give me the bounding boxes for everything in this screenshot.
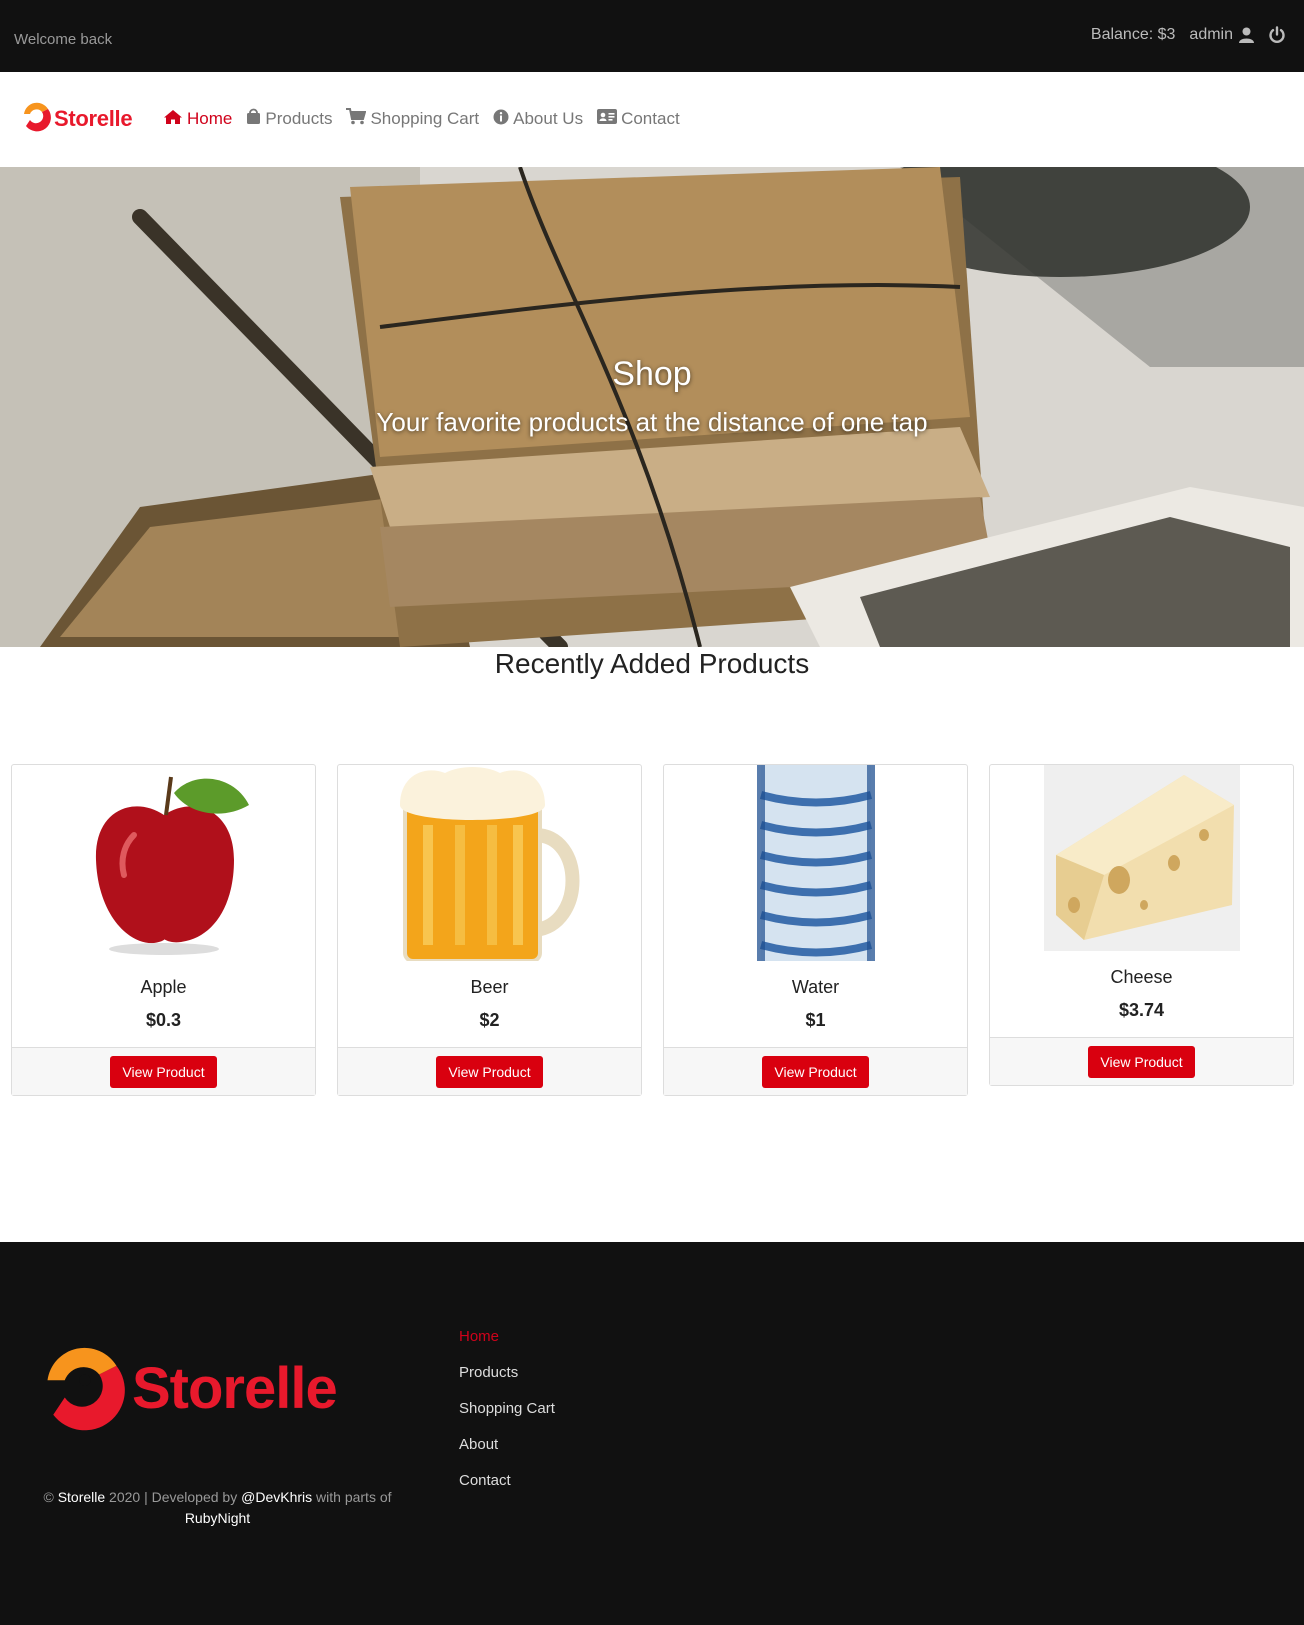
nav-item-products[interactable]: Products [246, 108, 332, 130]
user-menu[interactable]: admin [1189, 26, 1254, 44]
brand-name: Storelle [54, 105, 133, 131]
product-name: Water [791, 977, 840, 997]
product-card-water: Water $1 View Product [663, 764, 968, 1096]
nav-item-label: Home [187, 109, 233, 128]
nav-item-home[interactable]: Home [163, 108, 232, 130]
nav-item-label: Contact [621, 109, 680, 128]
view-product-button[interactable]: View Product [1088, 1045, 1195, 1078]
product-card-cheese: Cheese $3.74 View Product [989, 764, 1294, 1086]
credit-link[interactable]: RubyNight [185, 1510, 250, 1526]
user-icon [1239, 27, 1254, 43]
product-card-apple: Apple $0.3 View Product [11, 764, 316, 1096]
storelle-logo-icon [20, 100, 52, 137]
nav-item-label: Products [265, 109, 333, 128]
top-bar: Welcome back Balance: $3 admin [0, 0, 1304, 72]
copyright-symbol: © [43, 1489, 54, 1505]
nav-item-contact[interactable]: Contact [597, 108, 680, 130]
card-footer: View Product [990, 1037, 1293, 1085]
product-image-cheese [990, 765, 1293, 951]
welcome-text: Welcome back [14, 31, 113, 48]
product-price: $2 [479, 1010, 500, 1030]
hero-banner: Shop Your favorite products at the dista… [0, 167, 1304, 647]
nav-menu: Home Products Shopping Cart About Us Con… [163, 108, 680, 130]
product-card-beer: Beer $2 View Product [337, 764, 642, 1096]
product-cards: Apple $0.3 View Product Beer $2 View Pro… [11, 764, 1295, 1096]
product-price: $1 [805, 1010, 826, 1030]
nav-item-label: About Us [513, 109, 584, 128]
view-product-button[interactable]: View Product [762, 1055, 869, 1088]
nav-item-about-us[interactable]: About Us [493, 108, 583, 130]
card-footer: View Product [664, 1047, 967, 1095]
copyright-year: 2020 | Developed by [109, 1489, 238, 1505]
card-footer: View Product [12, 1047, 315, 1095]
site-footer: Storelle © Storelle 2020 | Developed by … [0, 1242, 1304, 1625]
nav-item-label: Shopping Cart [370, 109, 480, 128]
address-card-icon [597, 109, 618, 129]
product-image-water [664, 765, 967, 961]
power-icon[interactable] [1268, 26, 1286, 44]
product-price: $3.74 [1118, 1000, 1165, 1020]
footer-brand-name: Storelle [132, 1356, 338, 1421]
section-title: Recently Added Products [494, 648, 810, 679]
balance-text: Balance: $3 [1090, 26, 1176, 43]
footer-brand-logo[interactable]: Storelle [36, 1340, 338, 1437]
account-area: Balance: $3 admin [1091, 26, 1286, 44]
hero-title: Shop [612, 355, 692, 393]
product-name: Apple [140, 977, 187, 997]
info-circle-icon [493, 109, 509, 130]
product-image-beer [338, 765, 641, 961]
view-product-button[interactable]: View Product [110, 1055, 217, 1088]
footer-link-contact[interactable]: Contact [459, 1472, 555, 1489]
card-footer: View Product [338, 1047, 641, 1095]
footer-link-shopping-cart[interactable]: Shopping Cart [459, 1400, 555, 1417]
footer-link-products[interactable]: Products [459, 1364, 555, 1381]
footer-link-home[interactable]: Home [459, 1328, 555, 1345]
product-name: Cheese [1110, 967, 1173, 987]
home-icon [163, 109, 183, 130]
footer-links: Home Products Shopping Cart About Contac… [459, 1328, 555, 1489]
main-navbar: Storelle Home Products Shopping Cart Abo… [0, 72, 1304, 167]
hero-subtitle: Your favorite products at the distance o… [376, 407, 928, 437]
product-image-apple [12, 765, 315, 961]
product-price: $0.3 [145, 1010, 182, 1030]
nav-item-shopping-cart[interactable]: Shopping Cart [346, 108, 479, 130]
copyright-brand: Storelle [57, 1489, 106, 1505]
storelle-logo-icon [36, 1340, 128, 1437]
view-product-button[interactable]: View Product [436, 1055, 543, 1088]
shopping-bag-icon [246, 108, 261, 130]
developer-link[interactable]: @DevKhris [241, 1489, 312, 1505]
cart-icon [346, 108, 367, 130]
username-text: admin [1189, 26, 1233, 43]
copyright-text: © Storelle 2020 | Developed by @DevKhris… [20, 1487, 415, 1529]
parts-text: with parts of [316, 1489, 392, 1505]
footer-link-about[interactable]: About [459, 1436, 555, 1453]
brand-logo[interactable]: Storelle [20, 100, 133, 137]
product-name: Beer [470, 977, 509, 997]
